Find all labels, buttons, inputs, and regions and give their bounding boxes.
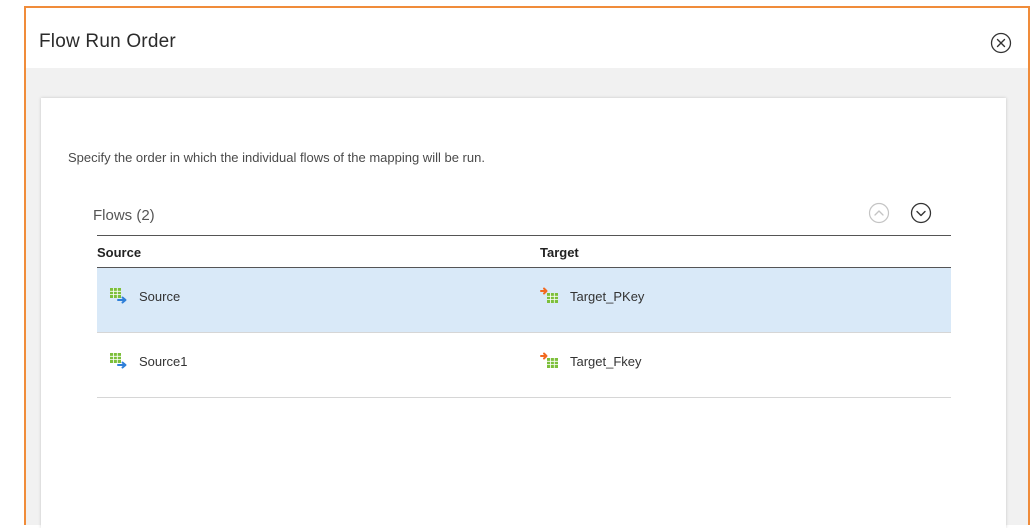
flow-run-order-dialog: Flow Run Order Specify the order in whic… (24, 6, 1030, 528)
header-target[interactable]: Target (540, 245, 579, 260)
flows-table: Source Target Source Target_PKey Source1… (97, 235, 951, 398)
row-target-cell: Target_Fkey (540, 352, 642, 370)
target-table-icon (540, 287, 558, 303)
dialog-title: Flow Run Order (39, 31, 176, 52)
table-row[interactable]: Source1 Target_Fkey (97, 333, 951, 398)
source-name: Source1 (139, 353, 188, 369)
header-source[interactable]: Source (97, 245, 141, 260)
table-header: Source Target (97, 235, 951, 268)
target-name: Target_Fkey (570, 353, 642, 369)
close-icon[interactable] (990, 32, 1012, 54)
flows-count-label: Flows (2) (93, 207, 155, 224)
table-row[interactable]: Source Target_PKey (97, 268, 951, 333)
target-name: Target_PKey (570, 288, 645, 304)
row-target-cell: Target_PKey (540, 287, 644, 305)
description-text: Specify the order in which the individua… (68, 150, 485, 165)
move-up-icon[interactable] (868, 202, 890, 224)
flows-panel: Specify the order in which the individua… (41, 98, 1006, 528)
target-table-icon (540, 352, 558, 368)
source-name: Source (139, 288, 181, 304)
move-down-icon[interactable] (910, 202, 932, 224)
row-source-cell: Source (109, 287, 180, 305)
source-table-icon (110, 288, 127, 304)
dialog-header: Flow Run Order (26, 8, 1028, 68)
row-source-cell: Source1 (109, 352, 187, 370)
source-table-icon (110, 353, 127, 369)
